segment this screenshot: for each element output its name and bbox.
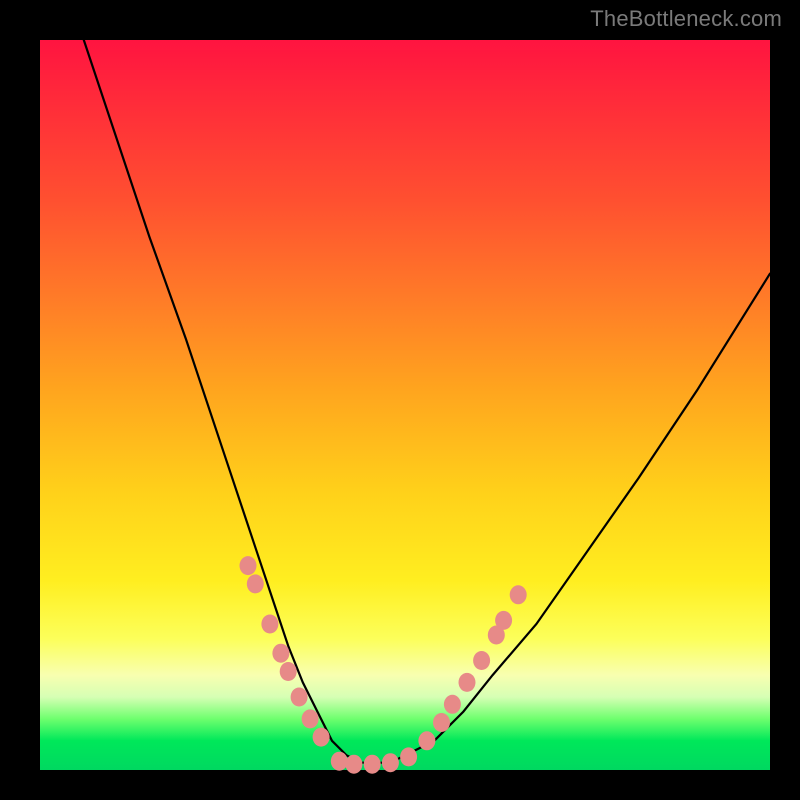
valley-dot-2: [364, 755, 381, 774]
left-dot-5: [291, 688, 308, 707]
curve-svg: [40, 40, 770, 770]
chart-frame: TheBottleneck.com: [0, 0, 800, 800]
right-dot-7: [510, 585, 527, 604]
bottleneck-curve: [84, 40, 770, 763]
right-dot-1: [433, 713, 450, 732]
left-dot-2: [261, 615, 278, 634]
right-dot-0: [418, 731, 435, 750]
left-dot-3: [272, 644, 289, 663]
watermark-text: TheBottleneck.com: [590, 6, 782, 32]
valley-dot-4: [400, 747, 417, 766]
left-dot-4: [280, 662, 297, 681]
valley-dot-1: [345, 755, 362, 774]
right-dot-6: [495, 611, 512, 630]
valley-dot-3: [382, 753, 399, 772]
left-dot-0: [240, 556, 257, 575]
right-dot-3: [459, 673, 476, 692]
left-dots-group: [240, 556, 330, 747]
left-dot-7: [313, 728, 330, 747]
right-dot-2: [444, 695, 461, 714]
valley-dot-0: [331, 752, 348, 771]
left-dot-6: [302, 709, 319, 728]
right-dot-4: [473, 651, 490, 670]
left-dot-1: [247, 574, 264, 593]
right-dots-group: [418, 585, 526, 750]
plot-area: [40, 40, 770, 770]
